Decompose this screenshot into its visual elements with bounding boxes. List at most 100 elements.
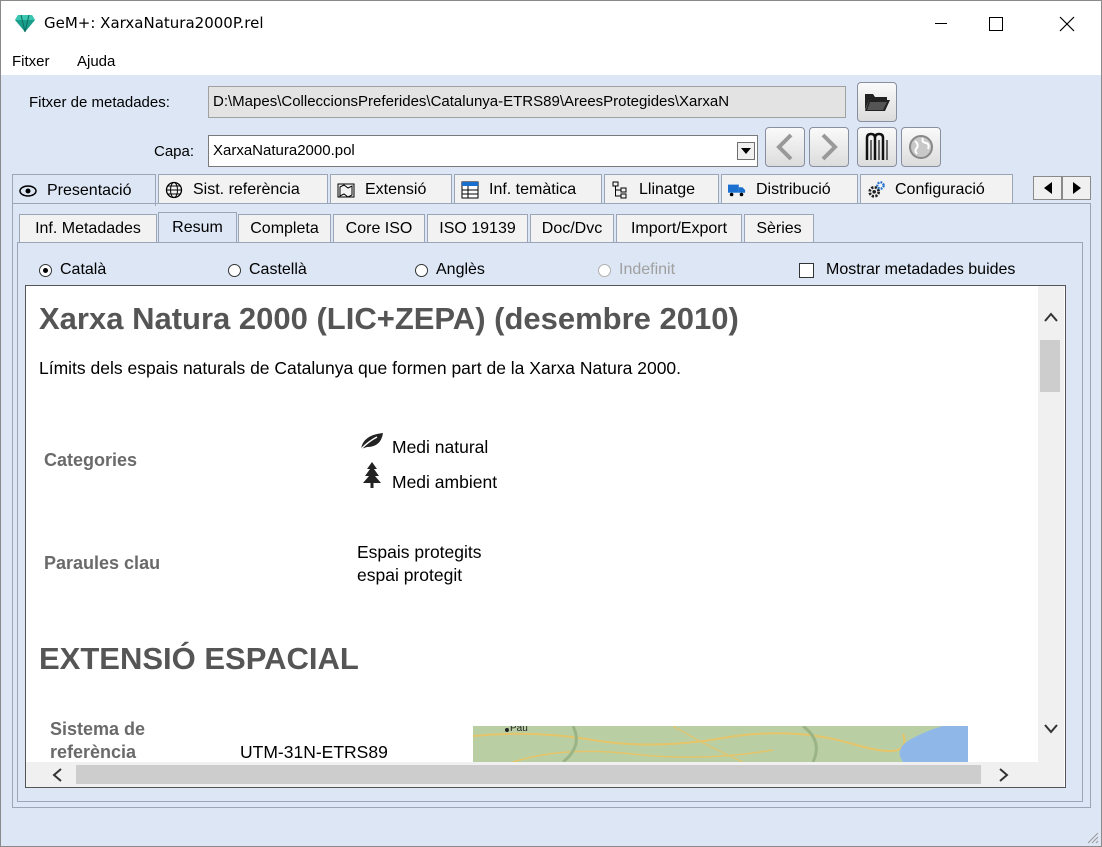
scroll-down-icon bbox=[1044, 724, 1058, 734]
keyword-item: Espais protegits bbox=[357, 542, 482, 562]
subtab-core-iso[interactable]: Core ISO bbox=[333, 214, 425, 242]
horizontal-scroll-thumb[interactable] bbox=[76, 765, 981, 784]
category-medi-ambient: Medi ambient bbox=[392, 472, 498, 492]
gem-icon bbox=[15, 14, 35, 33]
menu-bar: Fitxer Ajuda bbox=[1, 47, 1101, 75]
tab-inf-tematica[interactable]: Inf. temàtica bbox=[454, 174, 602, 204]
pine-tree-icon bbox=[363, 462, 381, 488]
subtab-import-export[interactable]: Import/Export bbox=[616, 214, 742, 242]
tab-sist-referencia[interactable]: Sist. referència bbox=[158, 174, 328, 204]
radio-indicator bbox=[39, 263, 52, 277]
subtab-resum[interactable]: Resum bbox=[158, 212, 237, 243]
radio-angles[interactable]: Anglès bbox=[415, 261, 485, 279]
gears-icon bbox=[867, 180, 885, 199]
miramon-m-icon bbox=[865, 132, 888, 160]
radio-indicator bbox=[598, 263, 611, 277]
ref-system-value: UTM-31N-ETRS89 bbox=[240, 742, 388, 762]
radio-castella[interactable]: Castellà bbox=[228, 261, 307, 279]
extent-map: Pau bbox=[473, 726, 968, 762]
chevron-left-icon bbox=[776, 133, 793, 161]
document-description: Límits dels espais naturals de Catalunya… bbox=[39, 358, 682, 378]
document-title: Xarxa Natura 2000 (LIC+ZEPA) (desembre 2… bbox=[39, 301, 739, 336]
checkbox-box bbox=[799, 262, 814, 278]
subtab-series[interactable]: Sèries bbox=[744, 214, 814, 242]
folder-open-icon bbox=[865, 94, 890, 111]
close-icon bbox=[1059, 16, 1075, 32]
menu-ajuda[interactable]: Ajuda bbox=[77, 53, 115, 70]
leaf-icon bbox=[360, 433, 383, 450]
layer-label: Capa: bbox=[154, 143, 195, 160]
category-medi-natural: Medi natural bbox=[392, 437, 489, 457]
radio-indefinit: Indefinit bbox=[598, 261, 675, 279]
radio-label: Castellà bbox=[249, 261, 307, 278]
table-icon bbox=[461, 181, 479, 199]
radio-label: Català bbox=[60, 261, 107, 278]
radio-label: Anglès bbox=[436, 261, 485, 278]
vertical-scrollbar[interactable] bbox=[1038, 286, 1064, 762]
subtab-iso-19139[interactable]: ISO 19139 bbox=[427, 214, 528, 242]
scroll-right-icon bbox=[999, 768, 1009, 782]
eye-icon bbox=[19, 182, 37, 200]
scrollbar-corner bbox=[1038, 762, 1064, 787]
tab-scroll-left-button[interactable] bbox=[1033, 176, 1062, 200]
scroll-up-icon bbox=[1044, 312, 1058, 322]
tab-label: Presentació bbox=[47, 181, 132, 199]
tab-presentacio[interactable]: Presentació bbox=[12, 174, 156, 206]
globe-icon bbox=[165, 181, 183, 199]
horizontal-scrollbar[interactable] bbox=[26, 762, 1038, 787]
subtab-inf-metadades[interactable]: Inf. Metadades bbox=[19, 214, 157, 242]
subtab-completa[interactable]: Completa bbox=[238, 214, 331, 242]
tab-distribucio[interactable]: Distribució bbox=[721, 174, 858, 204]
menu-fitxer[interactable]: Fitxer bbox=[12, 53, 50, 70]
ref-system-label-line1: Sistema de bbox=[50, 719, 146, 739]
triangle-right-icon bbox=[1072, 182, 1081, 194]
truck-icon bbox=[728, 181, 746, 199]
categories-label: Categories bbox=[44, 450, 138, 470]
subtab-doc-dvc[interactable]: Doc/Dvc bbox=[530, 214, 614, 242]
tab-scroll-arrows bbox=[1033, 176, 1091, 200]
tab-label: Inf. temàtica bbox=[489, 180, 577, 198]
radio-catala[interactable]: Català bbox=[39, 261, 106, 279]
maximize-button[interactable] bbox=[973, 1, 1019, 47]
chevron-right-icon bbox=[821, 133, 838, 161]
miramon-button[interactable] bbox=[857, 127, 897, 167]
radio-indicator bbox=[228, 263, 241, 277]
metadata-file-label: Fitxer de metadades: bbox=[29, 94, 170, 111]
title-bar: GeM+: XarxaNatura2000P.rel bbox=[1, 1, 1101, 47]
radio-indicator bbox=[415, 263, 428, 277]
keywords-label: Paraules clau bbox=[44, 553, 161, 573]
close-button[interactable] bbox=[1044, 1, 1090, 47]
tab-configuracio[interactable]: Configuració bbox=[860, 174, 1013, 204]
tab-label: Sist. referència bbox=[193, 180, 300, 198]
tab-scroll-right-button[interactable] bbox=[1062, 176, 1091, 200]
tab-llinatge[interactable]: Llinatge bbox=[604, 174, 719, 204]
globe-link-icon bbox=[909, 135, 933, 159]
app-window: GeM+: XarxaNatura2000P.rel Fitxer Ajuda … bbox=[0, 0, 1102, 847]
layer-select-value: XarxaNatura2000.pol bbox=[213, 142, 355, 159]
layer-dropdown-button[interactable] bbox=[737, 142, 755, 160]
tab-label: Extensió bbox=[365, 180, 427, 198]
tab-label: Distribució bbox=[756, 180, 831, 198]
show-empty-metadata-checkbox[interactable]: Mostrar metadades buides bbox=[799, 261, 1015, 279]
window-title: GeM+: XarxaNatura2000P.rel bbox=[44, 14, 264, 32]
chevron-down-icon bbox=[741, 148, 751, 154]
ref-system-label-line2: referència bbox=[50, 742, 137, 762]
metadata-file-path-field[interactable]: D:\Mapes\ColleccionsPreferides\Catalunya… bbox=[208, 86, 846, 118]
open-folder-button[interactable] bbox=[857, 82, 897, 122]
scroll-left-icon bbox=[52, 768, 62, 782]
minimize-icon bbox=[935, 23, 947, 24]
resize-grip-icon[interactable] bbox=[1085, 830, 1099, 844]
triangle-left-icon bbox=[1043, 182, 1052, 194]
vertical-scroll-thumb[interactable] bbox=[1040, 340, 1060, 392]
maximize-icon bbox=[989, 17, 1003, 31]
layer-select[interactable]: XarxaNatura2000.pol bbox=[208, 135, 758, 167]
next-layer-button[interactable] bbox=[809, 127, 849, 167]
previous-layer-button[interactable] bbox=[765, 127, 805, 167]
tab-label: Configuració bbox=[895, 180, 985, 198]
minimize-button[interactable] bbox=[918, 1, 964, 47]
map-place-label: Pau bbox=[510, 726, 528, 734]
tree-hierarchy-icon bbox=[611, 181, 629, 199]
tab-label: Llinatge bbox=[639, 180, 696, 198]
tab-extensio[interactable]: Extensió bbox=[330, 174, 452, 204]
web-globe-button[interactable] bbox=[901, 127, 941, 167]
